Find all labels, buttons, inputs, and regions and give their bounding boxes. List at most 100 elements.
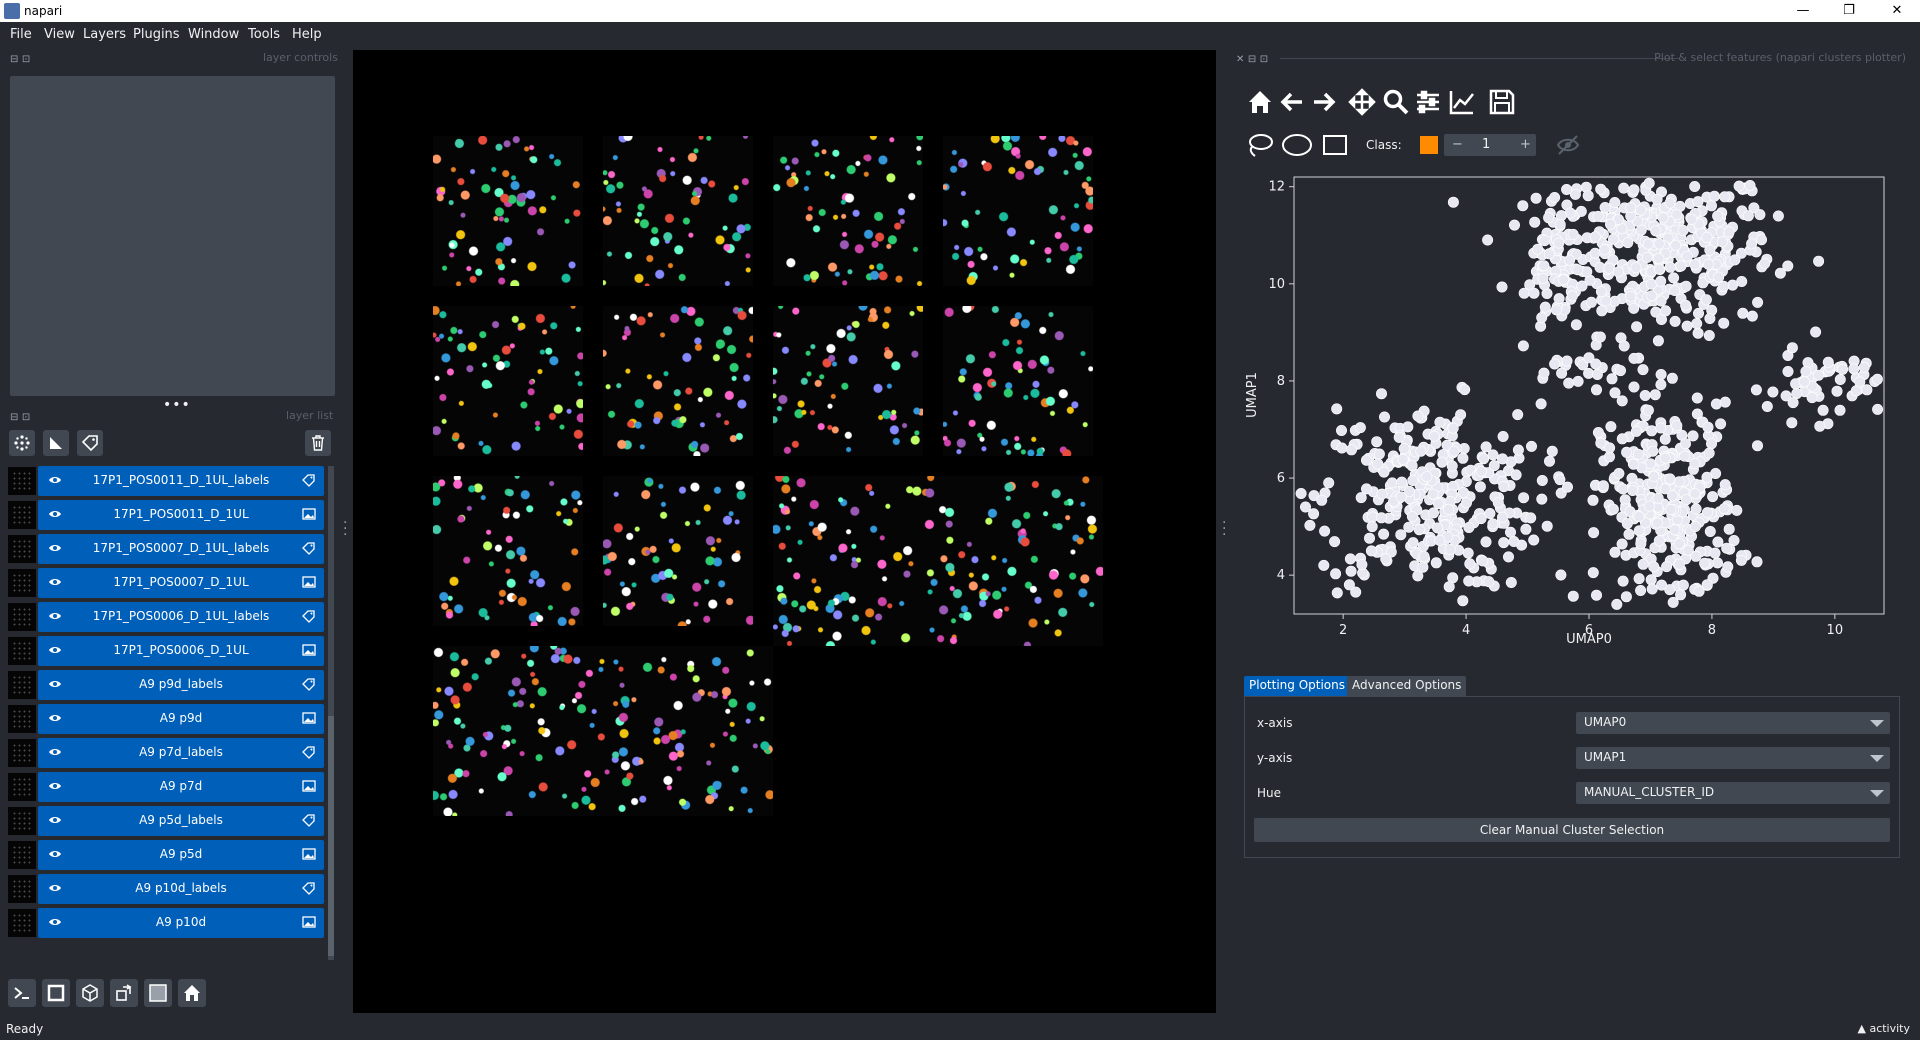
minimize-button[interactable]: — [1780,0,1826,22]
layer-item[interactable]: A9 p7d_labels [38,738,324,768]
configure-subplots-icon[interactable] [1414,88,1442,116]
dock-resize-handle[interactable]: ••• [163,397,191,413]
eye-visibility-icon[interactable] [48,847,62,861]
close-dock-icon[interactable]: ⊡ [22,412,30,423]
layer-row[interactable]: A9 p7d_labels [6,738,324,768]
left-splitter-handle[interactable]: · · · [343,516,347,542]
layer-row[interactable]: A9 p10d_labels [6,874,324,904]
eye-visibility-icon[interactable] [48,711,62,725]
eye-visibility-icon[interactable] [48,575,62,589]
tab-plotting-options[interactable]: Plotting Options [1244,676,1350,696]
zoom-magnifier-icon[interactable] [1382,88,1410,116]
layer-list-dock-buttons[interactable]: ⊟ ⊡ [10,410,30,423]
eye-visibility-icon[interactable] [48,813,62,827]
home-icon[interactable] [1246,88,1274,116]
eye-visibility-icon[interactable] [48,541,62,555]
home-button[interactable] [178,979,206,1007]
layer-item[interactable]: A9 p10d_labels [38,874,324,904]
new-shapes-layer-button[interactable] [43,430,69,456]
layer-row[interactable]: A9 p9d_labels [6,670,324,700]
viewer-canvas[interactable] [353,50,1216,1013]
eye-visibility-icon[interactable] [48,915,62,929]
activity-button[interactable]: ▲ activity [1857,1022,1910,1035]
increment-button[interactable]: + [1520,137,1531,152]
layer-item[interactable]: 17P1_POS0006_D_1UL [38,636,324,666]
layer-item[interactable]: 17P1_POS0007_D_1UL [38,568,324,598]
eye-visibility-icon[interactable] [48,643,62,657]
menu-tools[interactable]: Tools [248,27,280,42]
roll-dims-button[interactable] [76,979,104,1007]
eye-visibility-icon[interactable] [48,881,62,895]
menu-layers[interactable]: Layers [83,27,126,42]
class-color-swatch[interactable] [1420,136,1438,154]
menu-file[interactable]: File [10,27,32,42]
layer-item[interactable]: 17P1_POS0011_D_1UL_labels [38,466,324,496]
close-dock-icon[interactable]: ⊡ [22,54,30,65]
save-floppy-icon[interactable] [1488,88,1516,116]
forward-arrow-icon[interactable] [1310,88,1338,116]
layer-row[interactable]: A9 p5d [6,840,324,870]
layer-item[interactable]: A9 p9d [38,704,324,734]
layer-row[interactable]: A9 p10d [6,908,324,938]
menu-plugins[interactable]: Plugins [133,27,180,42]
menu-view[interactable]: View [44,27,75,42]
layer-row[interactable]: A9 p9d [6,704,324,734]
layer-item[interactable]: A9 p5d [38,840,324,870]
layer-item[interactable]: 17P1_POS0011_D_1UL [38,500,324,530]
edit-axis-icon[interactable] [1448,88,1476,116]
y-axis-select[interactable]: UMAP1 [1576,747,1890,769]
pan-move-icon[interactable] [1348,88,1376,116]
close-dock-icon[interactable]: ✕ [1236,54,1244,65]
transpose-button[interactable] [110,979,138,1007]
layer-row[interactable]: 17P1_POS0006_D_1UL [6,636,324,666]
new-points-layer-button[interactable] [9,430,35,456]
layer-controls-dock-buttons[interactable]: ⊟ ⊡ [10,52,30,65]
layer-item[interactable]: A9 p10d [38,908,324,938]
menu-window[interactable]: Window [188,27,239,42]
clear-manual-cluster-selection-button[interactable]: Clear Manual Cluster Selection [1254,818,1890,842]
layer-item[interactable]: A9 p7d [38,772,324,802]
float-icon[interactable]: ⊟ [10,54,18,65]
class-spinbox[interactable]: − 1 + [1444,134,1536,156]
layer-item[interactable]: 17P1_POS0007_D_1UL_labels [38,534,324,564]
right-splitter-handle[interactable]: · · · [1222,516,1226,542]
delete-layer-button[interactable] [305,430,331,456]
layer-row[interactable]: 17P1_POS0011_D_1UL [6,500,324,530]
decrement-button[interactable]: − [1452,137,1463,152]
new-labels-layer-button[interactable] [77,430,103,456]
back-arrow-icon[interactable] [1278,88,1306,116]
float-icon[interactable]: ⊟ [10,412,18,423]
layer-row[interactable]: 17P1_POS0007_D_1UL [6,568,324,598]
close-button[interactable]: ✕ [1874,0,1920,22]
eye-visibility-icon[interactable] [48,745,62,759]
float-icon[interactable]: ⊟ [1248,54,1256,65]
plotter-dock-buttons[interactable]: ✕ ⊟ ⊡ [1236,52,1268,65]
console-button[interactable] [8,979,36,1007]
eye-visibility-icon[interactable] [48,609,62,623]
layer-list-scrollbar[interactable] [328,466,334,960]
grid-mode-button[interactable] [144,979,172,1007]
layer-row[interactable]: A9 p5d_labels [6,806,324,836]
eye-visibility-icon[interactable] [48,507,62,521]
ndisplay-button[interactable] [42,979,70,1007]
tab-advanced-options[interactable]: Advanced Options [1347,676,1467,696]
hue-select[interactable]: MANUAL_CLUSTER_ID [1576,782,1890,804]
layer-item[interactable]: A9 p9d_labels [38,670,324,700]
ellipse-select-icon[interactable] [1281,132,1313,158]
umap-scatter-plot[interactable]: 2 4 6 8 10 4 6 8 10 12 UMAP0 UMAP1 [1236,165,1896,665]
minimize-dock-icon[interactable]: ⊡ [1260,54,1268,65]
eye-visibility-icon[interactable] [48,473,62,487]
x-axis-select[interactable]: UMAP0 [1576,712,1890,734]
lasso-icon[interactable] [1246,132,1274,158]
rectangle-select-icon[interactable] [1321,132,1349,158]
scrollbar-thumb[interactable] [328,716,334,956]
hide-eye-icon[interactable] [1556,134,1580,156]
menu-help[interactable]: Help [292,27,322,42]
restore-button[interactable]: ❐ [1826,0,1872,22]
layer-row[interactable]: 17P1_POS0006_D_1UL_labels [6,602,324,632]
layer-row[interactable]: 17P1_POS0011_D_1UL_labels [6,466,324,496]
layer-item[interactable]: A9 p5d_labels [38,806,324,836]
layer-row[interactable]: 17P1_POS0007_D_1UL_labels [6,534,324,564]
layer-row[interactable]: A9 p7d [6,772,324,802]
eye-visibility-icon[interactable] [48,779,62,793]
